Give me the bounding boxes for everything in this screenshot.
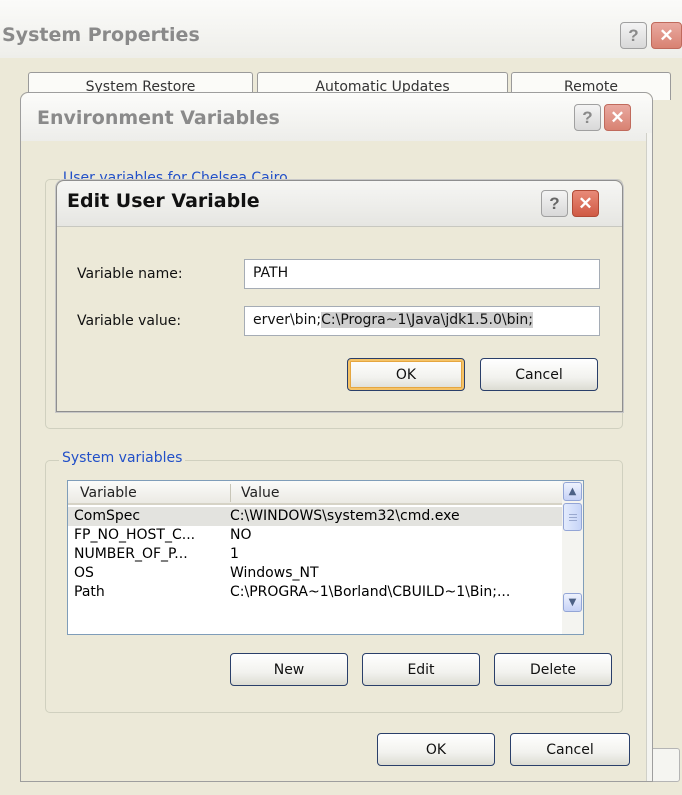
new-button[interactable]: New <box>230 653 348 686</box>
row-variable: FP_NO_HOST_C... <box>74 527 196 543</box>
delete-button[interactable]: Delete <box>494 653 612 686</box>
row-value: NO <box>230 527 252 543</box>
button-label: Edit <box>407 661 435 678</box>
row-value: C:\PROGRA~1\Borland\CBUILD~1\Bin;... <box>230 584 511 600</box>
close-icon: ✕ <box>610 107 625 127</box>
environment-variables-title: Environment Variables <box>37 107 280 129</box>
edit-button[interactable]: Edit <box>362 653 480 686</box>
system-variables-list[interactable]: Variable Value ComSpec C:\WINDOWS\system… <box>67 480 584 635</box>
row-variable: NUMBER_OF_P... <box>74 546 188 562</box>
scroll-down-button[interactable]: ▼ <box>563 593 582 612</box>
table-row[interactable]: FP_NO_HOST_C... NO <box>68 526 562 545</box>
input-text: erver\bin; <box>253 312 322 328</box>
input-text: PATH <box>253 265 289 281</box>
row-variable: OS <box>74 565 94 581</box>
variable-name-input[interactable]: PATH <box>244 259 600 289</box>
help-icon: ? <box>582 107 593 127</box>
window-edge <box>646 133 652 781</box>
chevron-down-icon: ▼ <box>568 597 577 608</box>
edit-help-button[interactable]: ? <box>541 190 568 217</box>
edit-cancel-button[interactable]: Cancel <box>480 358 598 391</box>
row-value: C:\WINDOWS\system32\cmd.exe <box>230 508 460 524</box>
edit-user-variable-title: Edit User Variable <box>67 190 260 212</box>
system-variables-label: System variables <box>59 450 186 466</box>
system-properties-help-button[interactable]: ? <box>620 22 647 49</box>
button-label: OK <box>395 366 417 383</box>
button-label: Cancel <box>515 366 563 383</box>
edit-user-variable-titlebar[interactable]: Edit User Variable ? ✕ <box>57 181 622 227</box>
button-label: New <box>273 661 305 678</box>
environment-variables-help-button[interactable]: ? <box>574 104 601 131</box>
system-properties-close-button[interactable]: ✕ <box>651 22 682 49</box>
table-row[interactable]: Path C:\PROGRA~1\Borland\CBUILD~1\Bin;..… <box>68 583 562 602</box>
help-icon: ? <box>549 193 560 213</box>
variable-value-label: Variable value: <box>77 313 182 329</box>
row-variable: ComSpec <box>74 508 141 524</box>
list-scrollbar[interactable]: ▲ ▼ <box>562 481 583 634</box>
grip-line <box>569 520 577 521</box>
column-header-value[interactable]: Value <box>241 485 279 501</box>
env-cancel-button[interactable]: Cancel <box>510 733 630 766</box>
edit-close-button[interactable]: ✕ <box>572 190 599 217</box>
chevron-up-icon: ▲ <box>568 486 577 497</box>
help-icon: ? <box>628 25 639 45</box>
list-header: Variable Value <box>68 481 562 505</box>
edit-user-variable-dialog: Edit User Variable ? ✕ Variable name: PA… <box>56 180 623 412</box>
row-value: Windows_NT <box>230 565 319 581</box>
table-row[interactable]: ComSpec C:\WINDOWS\system32\cmd.exe <box>68 507 562 526</box>
env-ok-button[interactable]: OK <box>377 733 495 766</box>
row-variable: Path <box>74 584 105 600</box>
variable-value-input[interactable]: erver\bin;C:\Progra~1\Java\jdk1.5.0\bin; <box>244 306 600 336</box>
system-properties-title: System Properties <box>2 24 200 46</box>
button-label: Delete <box>530 661 576 678</box>
environment-variables-titlebar[interactable]: Environment Variables ? ✕ <box>21 93 652 141</box>
table-row[interactable]: OS Windows_NT <box>68 564 562 583</box>
input-selected-text: C:\Progra~1\Java\jdk1.5.0\bin; <box>321 312 533 328</box>
grip-line <box>569 517 577 518</box>
grip-line <box>569 514 577 515</box>
scroll-thumb[interactable] <box>563 503 582 531</box>
close-icon: ✕ <box>659 25 674 45</box>
scroll-up-button[interactable]: ▲ <box>563 482 582 501</box>
column-header-variable[interactable]: Variable <box>80 485 137 501</box>
button-label: Cancel <box>546 741 594 758</box>
column-divider[interactable] <box>230 484 231 502</box>
environment-variables-close-button[interactable]: ✕ <box>604 104 631 131</box>
variable-name-label: Variable name: <box>77 266 183 282</box>
row-value: 1 <box>230 546 239 562</box>
close-icon: ✕ <box>578 193 593 213</box>
button-label: OK <box>425 741 447 758</box>
table-row[interactable]: NUMBER_OF_P... 1 <box>68 545 562 564</box>
edit-ok-button[interactable]: OK <box>347 358 465 391</box>
system-properties-titlebar[interactable]: System Properties ? ✕ <box>0 0 682 58</box>
